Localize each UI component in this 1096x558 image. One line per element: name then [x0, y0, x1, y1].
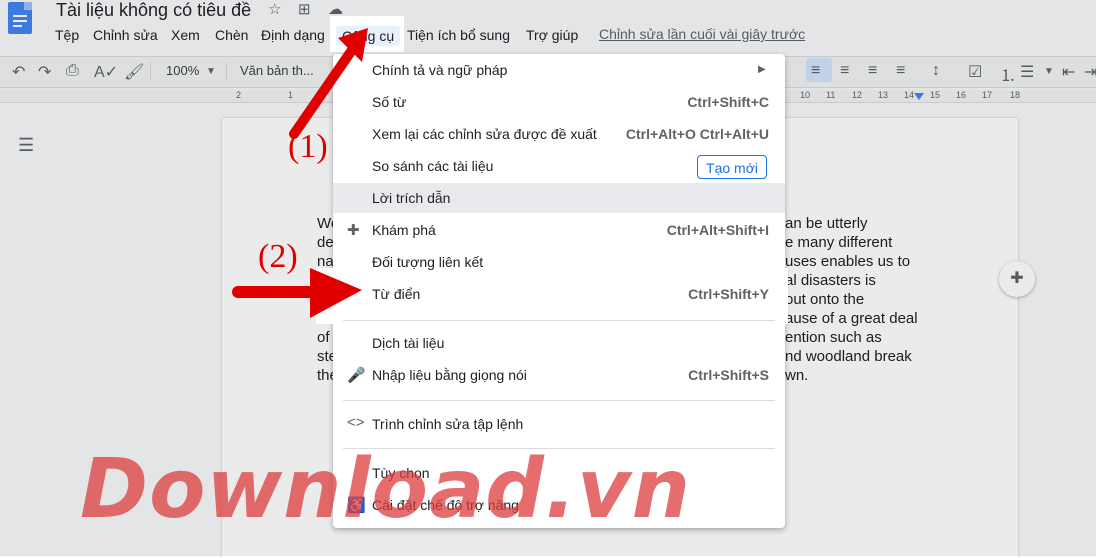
step-1-label: (1) [288, 128, 328, 165]
annotation-arrow-2 [232, 268, 362, 318]
watermark-logo: Download.vn [80, 442, 691, 537]
annotation-arrow-1 [289, 28, 368, 139]
step-2-label: (2) [258, 238, 298, 275]
